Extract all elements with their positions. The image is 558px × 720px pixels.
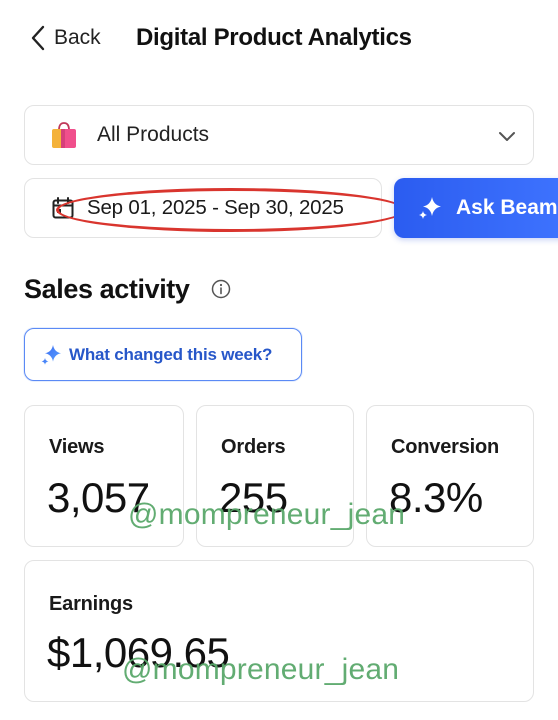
metric-value: 255: [219, 474, 288, 521]
calendar-icon: [52, 197, 74, 219]
metric-value: 8.3%: [389, 474, 483, 521]
what-changed-button[interactable]: What changed this week?: [24, 328, 302, 381]
views-card: Views 3,057: [24, 405, 184, 547]
product-select[interactable]: All Products: [24, 105, 534, 165]
earnings-card: Earnings $1,069.65: [24, 560, 534, 702]
ask-beam-button[interactable]: Ask Beam: [394, 178, 558, 238]
sparkle-icon: [41, 344, 61, 365]
earnings-label: Earnings: [49, 593, 133, 615]
date-range-label: Sep 01, 2025 - Sep 30, 2025: [87, 196, 344, 219]
what-changed-label: What changed this week?: [69, 344, 273, 364]
orders-card: Orders 255: [196, 405, 354, 547]
section-title: Sales activity: [24, 274, 190, 304]
metric-label: Orders: [221, 436, 286, 458]
info-icon[interactable]: [211, 279, 231, 299]
ask-beam-label: Ask Beam: [456, 196, 558, 219]
metric-value: 3,057: [47, 474, 150, 521]
metric-label: Views: [49, 436, 105, 458]
page-title: Digital Product Analytics: [136, 24, 412, 51]
back-label: Back: [54, 26, 101, 49]
conversion-card: Conversion 8.3%: [366, 405, 534, 547]
chevron-left-icon: [31, 25, 45, 51]
date-range-picker[interactable]: Sep 01, 2025 - Sep 30, 2025: [24, 178, 382, 238]
back-button[interactable]: Back: [30, 22, 101, 54]
product-select-label: All Products: [97, 123, 210, 146]
shopping-bag-icon: [52, 122, 76, 148]
metric-label: Conversion: [391, 436, 500, 458]
sparkle-icon: [419, 197, 441, 219]
earnings-value: $1,069.65: [47, 629, 230, 676]
chevron-down-icon: [499, 132, 515, 141]
top-bar: Back Digital Product Analytics: [0, 0, 558, 80]
